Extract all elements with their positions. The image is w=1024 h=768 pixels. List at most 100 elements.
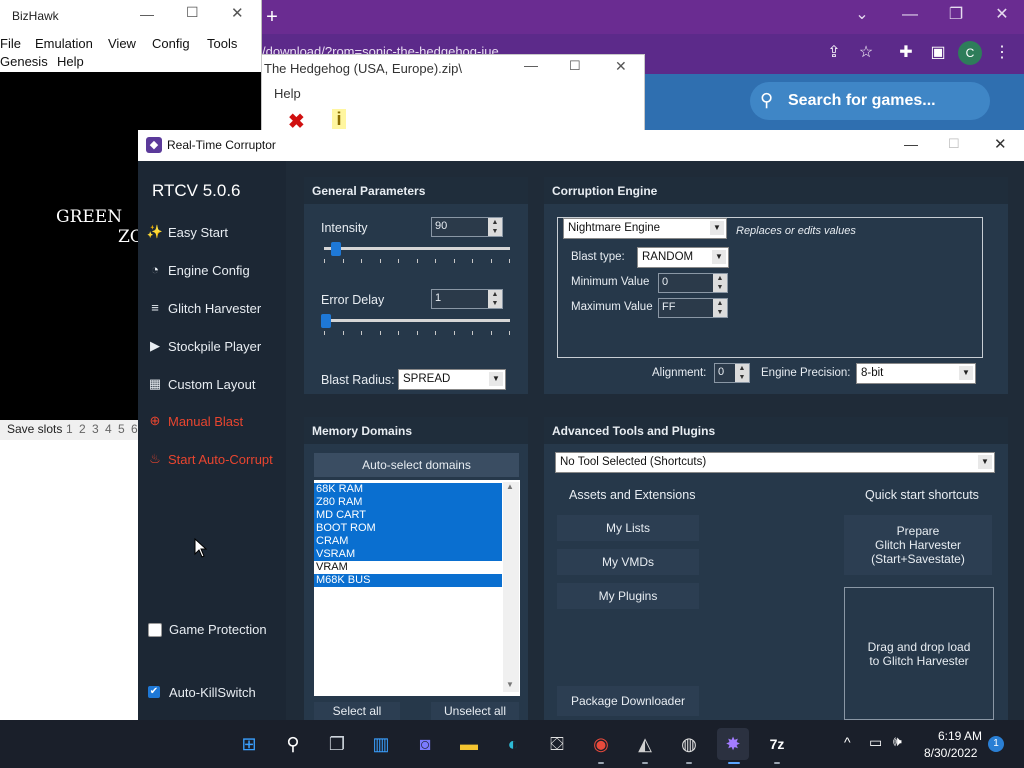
bizhawk-close-button[interactable]: ✕ (231, 4, 244, 22)
memory-domain-item[interactable]: VRAM (314, 561, 502, 574)
rtc-app-icon[interactable]: ✸ (717, 728, 749, 760)
save-slot-6[interactable]: 6 (131, 422, 138, 436)
alignment-stepper[interactable]: ▲ ▼ (735, 364, 749, 382)
unselect-all-button[interactable]: Unselect all (431, 702, 519, 720)
intensity-input[interactable]: 90 ▲ ▼ (431, 217, 503, 237)
sidebar-item-start-auto-corrupt[interactable]: ♨ Start Auto-Corrupt (146, 448, 282, 472)
menu-genesis[interactable]: Genesis (0, 54, 48, 69)
menu-config[interactable]: Config (152, 36, 190, 51)
7zip-icon[interactable]: 7z (761, 728, 793, 760)
sidebar-item-easy-start[interactable]: ✨ Easy Start (146, 221, 282, 245)
minimum-value-stepper[interactable]: ▲ ▼ (713, 274, 727, 292)
memory-domain-item[interactable]: M68K BUS (314, 574, 502, 587)
auto-select-domains-button[interactable]: Auto-select domains (314, 453, 519, 477)
intensity-slider-track[interactable] (324, 247, 510, 250)
error-delay-slider-thumb[interactable] (321, 314, 331, 328)
info-icon[interactable]: i (332, 109, 346, 129)
select-all-button[interactable]: Select all (314, 702, 400, 720)
maximum-value-input[interactable]: FF ▲ ▼ (658, 298, 728, 318)
share-icon[interactable]: ⇪ (822, 41, 846, 65)
memory-domain-item[interactable]: VSRAM (314, 548, 502, 561)
scroll-down-icon[interactable]: ▼ (506, 680, 514, 689)
memory-domain-item[interactable]: MD CART (314, 509, 502, 522)
archive-minimize-button[interactable]: — (524, 57, 538, 73)
drag-drop-zone[interactable]: Drag and drop load to Glitch Harvester (844, 587, 994, 720)
error-delay-stepper[interactable]: ▲ ▼ (488, 290, 502, 308)
new-tab-button[interactable]: + (260, 5, 284, 29)
chevron-down-icon[interactable]: ⌄ (842, 0, 882, 30)
widgets-icon[interactable]: ▥ (365, 728, 397, 760)
teams-chat-icon[interactable]: ◙ (409, 728, 441, 760)
error-delay-slider-track[interactable] (324, 319, 510, 322)
memory-domain-item[interactable]: BOOT ROM (314, 522, 502, 535)
browser-minimize-button[interactable]: — (890, 0, 930, 30)
menu-file[interactable]: File (0, 36, 21, 51)
task-view-icon[interactable]: ❐ (321, 728, 353, 760)
bizhawk-app-icon[interactable]: ◍ (673, 728, 705, 760)
bookmark-star-icon[interactable]: ☆ (854, 41, 878, 65)
tool-select[interactable]: No Tool Selected (Shortcuts) ▼ (555, 452, 995, 473)
sidebar-item-manual-blast[interactable]: ⊕ Manual Blast (146, 410, 282, 434)
browser-close-button[interactable]: ✕ (982, 0, 1022, 30)
engine-select[interactable]: Nightmare Engine ▼ (563, 218, 727, 239)
bizhawk-maximize-button[interactable]: ☐ (186, 4, 199, 21)
my-plugins-button[interactable]: My Plugins (557, 583, 699, 609)
rtc-maximize-button[interactable]: ☐ (948, 136, 960, 152)
edge-icon[interactable]: ◐ (497, 728, 529, 760)
search-games-box[interactable]: ⚲ Search for games... (750, 82, 990, 120)
browser-restore-button[interactable]: ❐ (936, 0, 976, 30)
memory-domain-item[interactable]: CRAM (314, 535, 502, 548)
save-slot-3[interactable]: 3 (92, 422, 99, 436)
save-slot-2[interactable]: 2 (79, 422, 86, 436)
sidebar-item-engine-config[interactable]: ◔ Engine Config (146, 259, 282, 283)
archive-maximize-button[interactable]: ☐ (569, 58, 581, 74)
save-slot-1[interactable]: 1 (66, 422, 73, 436)
error-delay-input[interactable]: 1 ▲ ▼ (431, 289, 503, 309)
archive-menu-help[interactable]: Help (274, 86, 301, 101)
menu-tools[interactable]: Tools (207, 36, 237, 51)
start-icon[interactable]: ⊞ (233, 728, 265, 760)
emulator-app-icon[interactable]: ◭ (629, 728, 661, 760)
sidebar-item-custom-layout[interactable]: ▦ Custom Layout (146, 373, 282, 397)
kebab-menu-icon[interactable]: ⋮ (990, 41, 1014, 65)
bizhawk-minimize-button[interactable]: — (140, 6, 154, 22)
taskbar-search-icon[interactable]: ⚲ (277, 728, 309, 760)
intensity-slider-thumb[interactable] (331, 242, 342, 256)
side-panel-icon[interactable]: ▣ (926, 41, 950, 65)
memory-domain-item[interactable]: Z80 RAM (314, 496, 502, 509)
memory-list-scrollbar[interactable]: ▲ ▼ (503, 482, 519, 692)
package-downloader-button[interactable]: Package Downloader (557, 686, 699, 716)
memory-domain-item[interactable]: 68K RAM (314, 483, 502, 496)
profile-avatar[interactable]: C (958, 41, 982, 65)
my-lists-button[interactable]: My Lists (557, 515, 699, 541)
chrome-icon[interactable]: ◉ (585, 728, 617, 760)
volume-icon[interactable]: 🕪 (893, 733, 902, 750)
rtc-minimize-button[interactable]: — (904, 136, 918, 152)
auto-killswitch-checkbox[interactable]: ✔ (148, 686, 160, 698)
notification-badge[interactable]: 1 (988, 736, 1004, 752)
store-icon[interactable]: ⛋ (541, 728, 573, 760)
menu-emulation[interactable]: Emulation (35, 36, 93, 51)
file-explorer-icon[interactable]: ▬ (453, 728, 485, 760)
engine-precision-select[interactable]: 8-bit ▼ (856, 363, 976, 384)
extensions-icon[interactable]: ✚ (894, 41, 918, 65)
menu-view[interactable]: View (108, 36, 136, 51)
save-slot-5[interactable]: 5 (118, 422, 125, 436)
blast-radius-select[interactable]: SPREAD ▼ (398, 369, 506, 390)
network-icon[interactable]: ▭ (869, 734, 882, 751)
minimum-value-input[interactable]: 0 ▲ ▼ (658, 273, 728, 293)
archive-close-button[interactable]: ✕ (615, 58, 627, 75)
chevron-up-icon[interactable]: ^ (844, 734, 851, 750)
maximum-value-stepper[interactable]: ▲ ▼ (713, 299, 727, 317)
my-vmds-button[interactable]: My VMDs (557, 549, 699, 575)
clock-date[interactable]: 8/30/2022 (924, 746, 977, 760)
intensity-stepper[interactable]: ▲ ▼ (488, 218, 502, 236)
clock-time[interactable]: 6:19 AM (938, 729, 982, 743)
scroll-up-icon[interactable]: ▲ (506, 482, 514, 491)
rtc-close-button[interactable]: ✕ (994, 135, 1007, 153)
save-slot-4[interactable]: 4 (105, 422, 112, 436)
alignment-input[interactable]: 0 ▲ ▼ (714, 363, 750, 383)
menu-help[interactable]: Help (57, 54, 84, 69)
blast-type-select[interactable]: RANDOM ▼ (637, 247, 729, 268)
memory-domain-list[interactable]: 68K RAM Z80 RAM MD CART BOOT ROM CRAM VSRAM VR… (314, 480, 520, 696)
